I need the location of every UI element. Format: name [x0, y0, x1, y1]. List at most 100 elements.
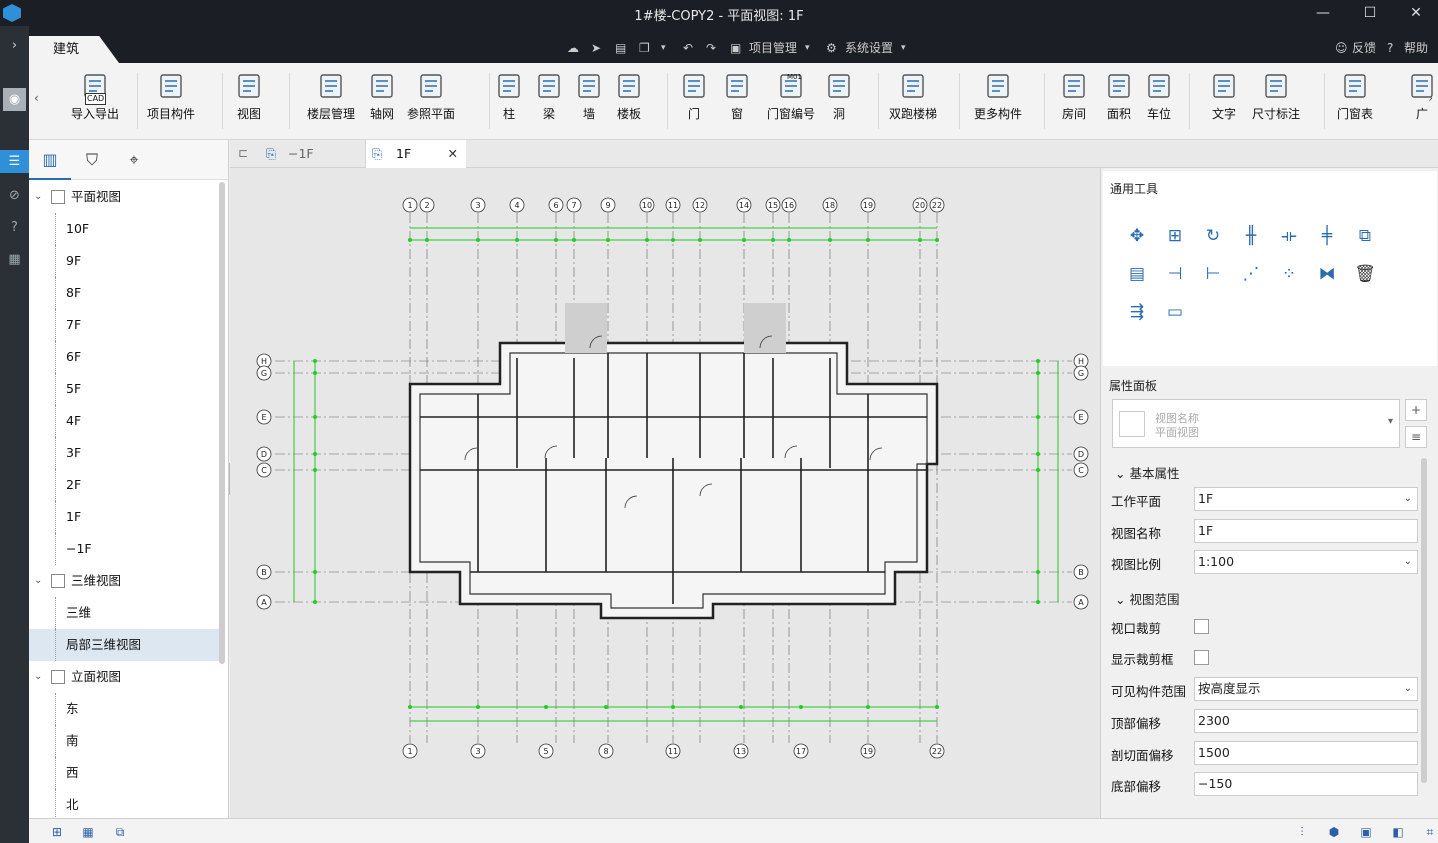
type-settings-button[interactable]: ≡ [1405, 426, 1427, 448]
array-line-icon[interactable]: ⋰ [1239, 262, 1263, 286]
map-pin-icon[interactable]: ⌖ [113, 140, 155, 180]
tree-item[interactable]: 5F [29, 373, 219, 405]
move-icon[interactable]: ✥ [1125, 224, 1149, 248]
break-icon[interactable]: ⊢ [1201, 262, 1225, 286]
tab-jianzhu[interactable]: 建筑 [29, 36, 119, 63]
offset-icon[interactable]: ▤ [1125, 262, 1149, 286]
feedback-button[interactable]: 反馈 [1352, 40, 1376, 56]
tree-item[interactable]: 9F [29, 245, 219, 277]
layout-cascade-icon[interactable]: ⧉ [112, 824, 128, 840]
type-selector[interactable]: 视图名称 平面视图 ▾ [1112, 399, 1400, 448]
layout-grid-icon[interactable]: ⊞ [49, 824, 65, 840]
tree-item[interactable]: 东 [29, 693, 219, 725]
ribbon-door-window-number-button[interactable]: M01 门窗编号 [767, 71, 815, 122]
ribbon-room-button[interactable]: 房间 [1059, 71, 1089, 122]
tab-list-icon[interactable]: ⊏ [238, 146, 248, 160]
ribbon-slab-button[interactable]: 楼板 [614, 71, 644, 122]
section-box-icon[interactable]: ▣ [1358, 824, 1374, 840]
dropdown-chevron-icon[interactable]: ▾ [661, 40, 666, 56]
rotate-icon[interactable]: ↻ [1201, 224, 1225, 248]
list-icon[interactable]: ☰ [0, 150, 29, 173]
tab-1f[interactable]: ⎘ 1F ✕ [366, 140, 466, 168]
tree-item[interactable]: 10F [29, 213, 219, 245]
maximize-button[interactable]: ☐ [1347, 0, 1393, 26]
tab-minus1f[interactable]: ⎘ −1F [258, 140, 366, 168]
cut-offset-input[interactable]: 1500 [1194, 741, 1418, 765]
copy-icon[interactable]: ❐ [639, 40, 650, 56]
split-icon[interactable]: ⟛ [1277, 224, 1301, 248]
tree-item[interactable]: 8F [29, 277, 219, 309]
tree-item[interactable]: 6F [29, 341, 219, 373]
close-tab-icon[interactable]: ✕ [448, 140, 458, 168]
grid-apps-icon[interactable]: ▦ [3, 248, 26, 271]
add-type-button[interactable]: + [1405, 399, 1427, 421]
axis-toggle-icon[interactable]: ⫶ [1294, 824, 1310, 840]
copy-add-icon[interactable]: ⊞ [1163, 224, 1187, 248]
filter-icon[interactable]: ⛉ [71, 140, 113, 180]
snap-icon[interactable]: ⌗ [1422, 824, 1438, 840]
tree-item[interactable]: 7F [29, 309, 219, 341]
ribbon-door-window-table-button[interactable]: 门窗表 [1337, 71, 1373, 122]
ribbon-floor-manage-button[interactable]: 楼层管理 [307, 71, 355, 122]
view-range-section[interactable]: ⌄ 视图范围 [1115, 589, 1179, 608]
link-icon[interactable]: ⊘ [3, 184, 26, 207]
trim-icon[interactable]: ╪ [1315, 224, 1339, 248]
project-manage-menu[interactable]: 项目管理 [749, 40, 797, 56]
send-icon[interactable]: ➤ [591, 40, 601, 56]
view-name-input[interactable]: 1F [1194, 519, 1418, 543]
ribbon-column-button[interactable]: 柱 [494, 71, 524, 122]
drawing-canvas[interactable]: 1 2 3 4 6 7 9 10 11 12 14 15 16 18 19 20 22 1 3 5 8 11 13 17 19 2… [230, 168, 1100, 818]
ribbon-door-button[interactable]: 门 [679, 71, 709, 122]
layout-tile-icon[interactable]: ▦ [80, 824, 96, 840]
tree-scrollbar[interactable] [219, 182, 225, 664]
ribbon-text-button[interactable]: 文字 [1209, 71, 1239, 122]
cube-view-icon[interactable]: ⬢ [1326, 824, 1342, 840]
tree-view-icon[interactable]: ▥ [29, 140, 71, 180]
ribbon-scroll-left-icon[interactable]: ‹ [34, 91, 39, 105]
ribbon-dimension-button[interactable]: 尺寸标注 [1252, 71, 1300, 122]
show-crop-checkbox[interactable] [1194, 650, 1209, 665]
undo-icon[interactable]: ↶ [683, 40, 693, 56]
ribbon-more-components-button[interactable]: 更多构件 [974, 71, 1022, 122]
extend-icon[interactable]: ⊣ [1163, 262, 1187, 286]
ribbon-window-button[interactable]: 窗 [722, 71, 752, 122]
ribbon-beam-button[interactable]: 梁 [534, 71, 564, 122]
ribbon-area-button[interactable]: 面积 [1104, 71, 1134, 122]
ribbon-wall-button[interactable]: 墙 [574, 71, 604, 122]
tree-item[interactable]: 3F [29, 437, 219, 469]
ribbon-axis-grid-button[interactable]: 轴网 [367, 71, 397, 122]
expand-chevron-icon[interactable]: › [3, 34, 26, 57]
ribbon-ref-plane-button[interactable]: 参照平面 [407, 71, 455, 122]
props-scrollbar[interactable] [1421, 458, 1427, 783]
tree-section[interactable]: ⌄ 平面视图 [29, 181, 219, 213]
scale-select[interactable]: 1:100 ⌄ [1194, 550, 1418, 574]
basic-props-section[interactable]: ⌄ 基本属性 [1115, 463, 1179, 482]
help-button[interactable]: 帮助 [1404, 40, 1428, 56]
align-icon[interactable]: ╫ [1239, 224, 1263, 248]
system-settings-menu[interactable]: 系统设置 [845, 40, 893, 56]
tree-item[interactable]: 北 [29, 789, 219, 820]
top-offset-input[interactable]: 2300 [1194, 709, 1418, 733]
minimize-button[interactable]: — [1300, 0, 1346, 26]
tree-item[interactable]: 南 [29, 725, 219, 757]
ribbon-more-button[interactable]: 广 [1407, 71, 1437, 122]
ribbon-opening-button[interactable]: 洞 [824, 71, 854, 122]
ribbon-project-component-button[interactable]: 项目构件 [147, 71, 195, 122]
ribbon-cad-import-button[interactable]: CAD 导入导出 [71, 71, 119, 122]
tree-item[interactable]: −1F [29, 533, 219, 565]
array-grid-icon[interactable]: ⁘ [1277, 262, 1301, 286]
question-icon[interactable]: ? [3, 216, 26, 239]
ribbon-parking-button[interactable]: 车位 [1144, 71, 1174, 122]
delete-icon[interactable]: 🗑 [1353, 262, 1377, 286]
ribbon-double-stair-button[interactable]: 双跑楼梯 [889, 71, 937, 122]
tree-item[interactable]: 西 [29, 757, 219, 789]
solid-view-icon[interactable]: ◧ [1390, 824, 1406, 840]
tree-section[interactable]: ⌄ 三维视图 [29, 565, 219, 597]
duplicate-icon[interactable]: ⧉ [1353, 224, 1377, 248]
tree-section[interactable]: ⌄ 立面视图 [29, 661, 219, 693]
visible-range-select[interactable]: 按高度显示 ⌄ [1194, 677, 1418, 701]
mirror-icon[interactable]: ⧓ [1315, 262, 1339, 286]
match-icon[interactable]: ⇶ [1125, 300, 1149, 324]
tree-item[interactable]: 局部三维视图 [29, 629, 219, 661]
file-icon[interactable]: ▤ [615, 40, 626, 56]
